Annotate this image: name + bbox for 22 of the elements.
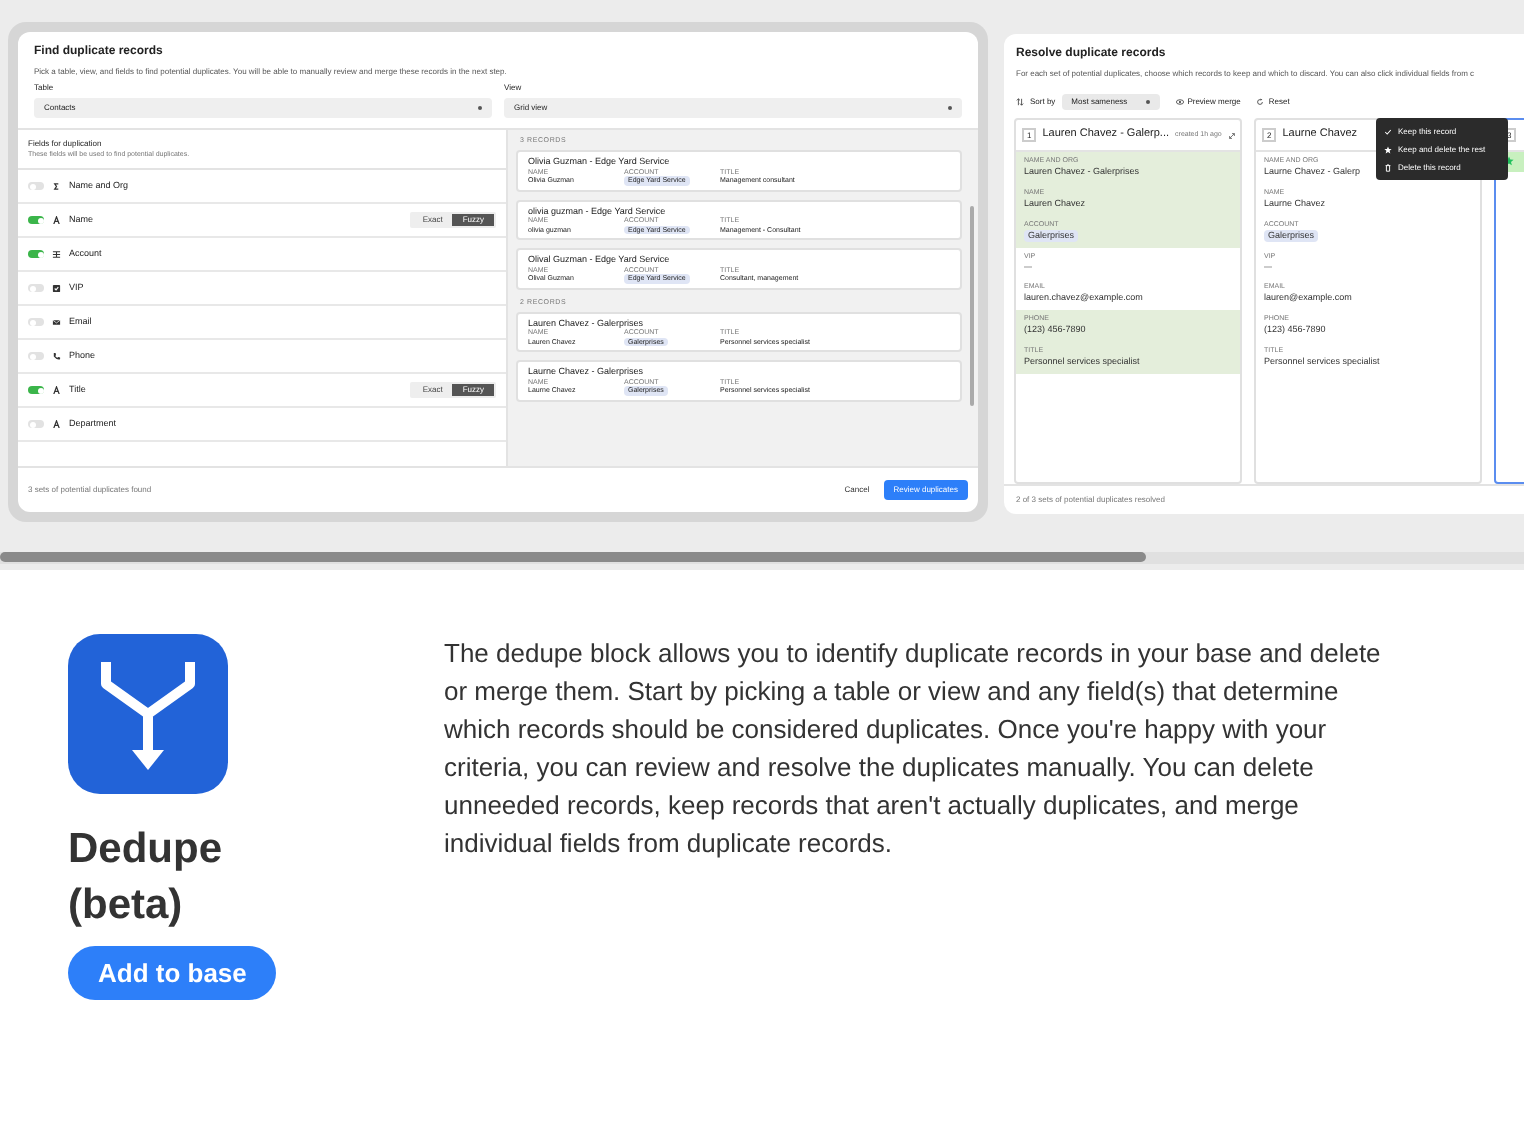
expand-icon[interactable] [1227,131,1236,139]
add-to-base-button[interactable]: Add to base [68,946,277,1000]
star-icon [1384,145,1392,153]
toggle-switch[interactable] [28,216,44,224]
text-icon [52,419,61,429]
toggle-switch[interactable] [28,250,44,258]
formula-icon [52,181,61,191]
block-name: Dedupe (beta) [68,824,225,932]
reset-icon [1256,98,1265,106]
envelope-icon [52,317,61,327]
phone-icon [52,351,61,361]
toggle-switch[interactable] [28,386,44,394]
eye-icon [1175,98,1184,106]
trash-icon [1384,163,1392,171]
block-description: The dedupe block allows you to identify duplicate records in your base and delete or merge them. Start by picking a table or view and any field(s) that determine which records should be considered duplicates. Once you're happy with your criteria, you can review and resolve the duplicates manually. You can delete unneeded records, keep records that aren't actually duplicates, and merge individual fields from duplicate records. [444,636,1383,862]
merge-arrow-app-icon [68,634,228,794]
sort-icon [1016,98,1024,106]
text-icon [52,385,61,395]
checkmark-icon [1384,127,1392,135]
checkbox-icon [52,283,61,293]
text-icon [52,215,61,225]
scrollbar-thumb[interactable] [0,552,1146,562]
